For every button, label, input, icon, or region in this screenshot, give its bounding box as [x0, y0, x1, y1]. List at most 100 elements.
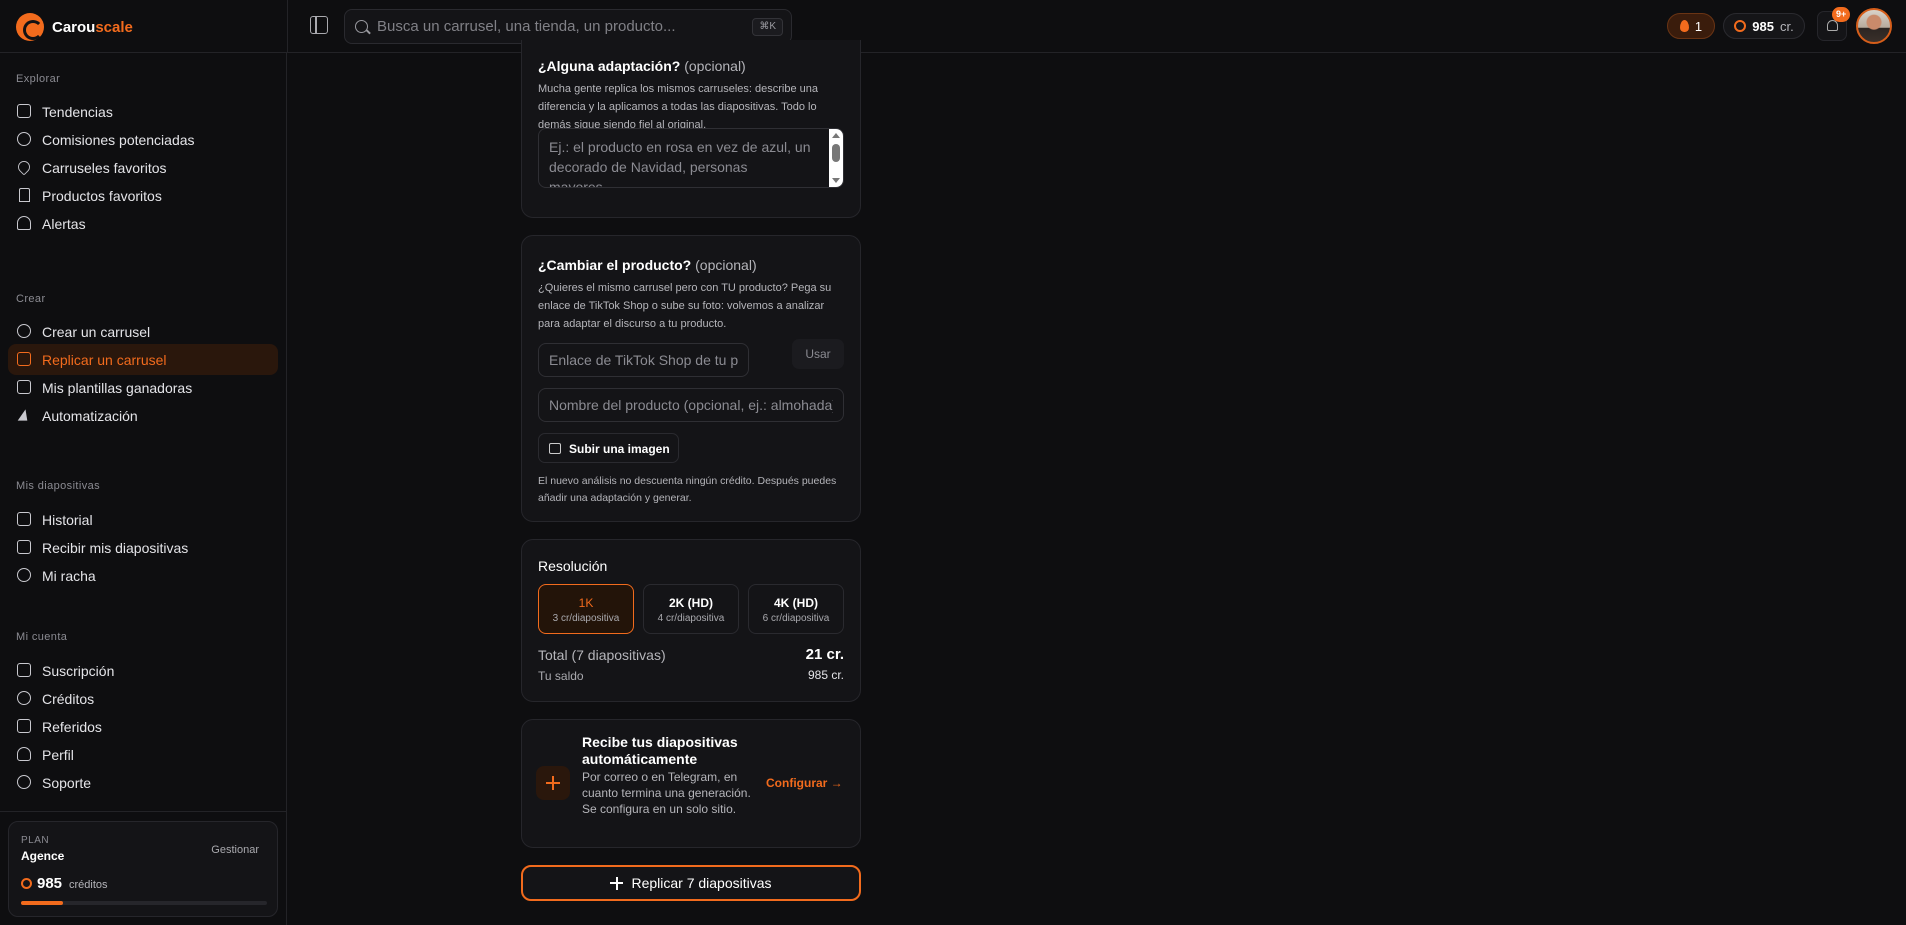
product-name-input[interactable]: [538, 388, 844, 422]
adaptation-description: Mucha gente replica los mismos carrusele…: [538, 83, 819, 131]
image-icon: [17, 512, 31, 526]
sparkles-icon: [610, 876, 624, 890]
reanalysis-note: El nuevo análisis no descuenta ningún cr…: [538, 475, 837, 504]
streak-count: 1: [1694, 18, 1703, 34]
sidebar-item-soporte[interactable]: Soporte: [8, 767, 278, 798]
sidebar-item-plantillas[interactable]: Mis plantillas ganadoras: [8, 372, 278, 403]
plan-usage-bar: [21, 901, 267, 905]
total-value: 21 cr.: [805, 646, 844, 663]
notifications-badge: 9+: [1832, 7, 1851, 22]
gift-icon: [17, 719, 31, 733]
lifebuoy-icon: [17, 775, 31, 789]
resolution-title: Resolución: [538, 558, 608, 574]
change-product-description: ¿Quieres el mismo carrusel pero con TU p…: [538, 282, 832, 330]
section-title-explorar: Explorar: [16, 73, 61, 85]
plan-usage-fill: [21, 901, 63, 905]
upload-image-button[interactable]: Subir una imagen: [538, 433, 679, 463]
sidebar-item-recibir[interactable]: Recibir mis diapositivas: [8, 532, 278, 563]
resolution-card: Resolución 1K 3 cr/diapositiva 2K (HD) 4…: [521, 539, 861, 702]
use-link-button[interactable]: Usar: [792, 339, 844, 369]
sidebar-item-automatizacion[interactable]: Automatización: [8, 400, 278, 431]
auto-delivery-description: Por correo o en Telegram, en cuanto term…: [582, 770, 751, 816]
flame-icon: [17, 568, 31, 582]
adaptation-card: ¿Alguna adaptación? (opcional) Mucha gen…: [521, 40, 861, 218]
configure-link[interactable]: Configurar →: [766, 776, 843, 790]
replicate-button-label: Replicar 7 diapositivas: [631, 875, 772, 891]
sidebar-item-referidos[interactable]: Referidos: [8, 711, 278, 742]
sidebar-toggle-icon[interactable]: [310, 16, 328, 34]
app-logo[interactable]: Carouscale: [16, 13, 133, 41]
total-label: Total (7 diapositivas): [538, 647, 666, 663]
resolution-option-4k[interactable]: 4K (HD) 6 cr/diapositiva: [748, 584, 844, 634]
bookmark-icon: [19, 188, 30, 202]
resolution-option-1k[interactable]: 1K 3 cr/diapositiva: [538, 584, 634, 634]
balance-label: Tu saldo: [538, 669, 584, 683]
coins-icon: [17, 691, 31, 705]
credits-value: 985: [1752, 18, 1774, 34]
heart-icon: [15, 158, 33, 176]
plan-card[interactable]: PLAN Agence Gestionar 985 créditos: [8, 821, 278, 917]
trophy-icon: [17, 380, 31, 394]
grid-icon: [17, 104, 31, 118]
sidebar-item-carruseles-favoritos[interactable]: Carruseles favoritos: [8, 152, 278, 183]
resolution-option-2k[interactable]: 2K (HD) 4 cr/diapositiva: [643, 584, 739, 634]
section-title-mis-diapositivas: Mis diapositivas: [16, 480, 101, 492]
sidebar-item-creditos[interactable]: Créditos: [8, 683, 278, 714]
flame-icon: [1679, 20, 1689, 32]
top-bar: Carouscale ⌘K 1 985 cr. 9+: [0, 0, 1906, 53]
sidebar-item-historial[interactable]: Historial: [8, 504, 278, 535]
sidebar-item-perfil[interactable]: Perfil: [8, 739, 278, 770]
coins-icon: [1734, 20, 1747, 32]
send-icon: [17, 540, 31, 554]
sidebar-item-productos-favoritos[interactable]: Productos favoritos: [8, 180, 278, 211]
plan-name: Agence: [21, 849, 65, 863]
crown-icon: [17, 663, 31, 677]
search-shortcut: ⌘K: [752, 18, 783, 36]
sidebar-item-racha[interactable]: Mi racha: [8, 560, 278, 591]
section-title-mi-cuenta: Mi cuenta: [16, 631, 68, 643]
manage-plan-link[interactable]: Gestionar: [211, 844, 259, 856]
topbar-divider: [287, 0, 288, 53]
change-product-title: ¿Cambiar el producto? (opcional): [538, 257, 757, 273]
sidebar-item-replicar-carrusel[interactable]: Replicar un carrusel: [8, 344, 278, 375]
sidebar-item-crear-carrusel[interactable]: Crear un carrusel: [8, 316, 278, 347]
sidebar: Explorar Tendencias Comisiones potenciad…: [0, 53, 287, 925]
image-icon: [549, 443, 561, 454]
sparkles-icon: [546, 776, 560, 790]
percent-icon: [17, 132, 31, 146]
balance-value: 985 cr.: [807, 668, 844, 682]
replicate-button[interactable]: Replicar 7 diapositivas: [521, 865, 861, 901]
sidebar-item-comisiones[interactable]: Comisiones potenciadas: [8, 124, 278, 155]
sidebar-item-suscripcion[interactable]: Suscripción: [8, 655, 278, 686]
bolt-icon: [17, 408, 31, 422]
change-product-card: ¿Cambiar el producto? (opcional) ¿Quiere…: [521, 235, 861, 522]
section-title-crear: Crear: [16, 293, 46, 305]
coins-icon: [21, 878, 32, 889]
credits-unit: cr.: [1779, 18, 1794, 34]
search-bar[interactable]: ⌘K: [344, 9, 792, 44]
adaptation-title: ¿Alguna adaptación? (opcional): [538, 58, 746, 74]
repeat-icon: [17, 352, 31, 366]
search-icon: [355, 20, 368, 33]
bell-icon: [17, 216, 31, 230]
sidebar-divider: [0, 811, 287, 812]
credits-button[interactable]: 985 cr.: [1723, 13, 1805, 39]
auto-delivery-title: Recibe tus diapositivas automáticamente: [582, 734, 738, 767]
sparkles-icon: [17, 324, 31, 338]
plan-label: PLAN: [21, 835, 50, 846]
auto-delivery-card: Recibe tus diapositivas automáticamente …: [521, 719, 861, 848]
sidebar-item-alertas[interactable]: Alertas: [8, 208, 278, 239]
search-input[interactable]: [377, 10, 747, 43]
textarea-scrollbar[interactable]: [829, 129, 843, 187]
plan-credits-unit: créditos: [69, 879, 108, 891]
logo-text: Carouscale: [52, 18, 133, 36]
logo-icon: [16, 13, 44, 41]
avatar[interactable]: [1856, 8, 1892, 44]
adaptation-textarea[interactable]: Ej.: el producto en rosa en vez de azul,…: [538, 128, 844, 188]
plan-credits: 985: [37, 875, 63, 892]
sidebar-item-tendencias[interactable]: Tendencias: [8, 96, 278, 127]
auto-delivery-icon-box: [536, 766, 570, 800]
user-icon: [17, 747, 31, 761]
streak-button[interactable]: 1: [1667, 13, 1715, 39]
tiktok-link-input[interactable]: [538, 343, 749, 377]
